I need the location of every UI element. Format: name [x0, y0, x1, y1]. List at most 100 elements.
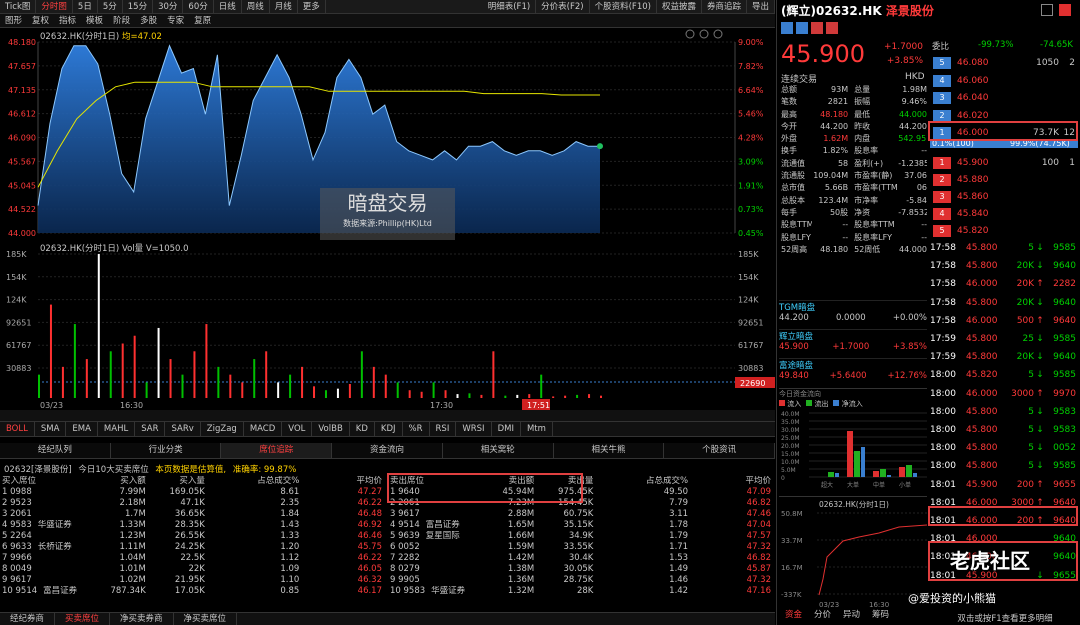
- dark-pool-row[interactable]: 辉立暗盘 45.900 +1.7000 +3.85%: [779, 329, 927, 358]
- bid-level[interactable]: 4 45.840: [930, 205, 1080, 224]
- chart-tool-5[interactable]: 多股: [135, 14, 162, 27]
- seat-tab-2[interactable]: 净买卖券商: [110, 613, 174, 625]
- detail-tab-3[interactable]: 资金流向: [332, 443, 443, 458]
- chart-tool-7[interactable]: 复原: [189, 14, 216, 27]
- chart-tool-4[interactable]: 阶段: [108, 14, 135, 27]
- tick-row[interactable]: 18:00 45.800 5 ↓ 9583: [930, 421, 1080, 439]
- indicator-4[interactable]: SAR: [135, 422, 166, 436]
- tick-row[interactable]: 17:58 45.800 20K ↓ 9640: [930, 257, 1080, 275]
- seat-tab-0[interactable]: 经纪券商: [0, 613, 56, 625]
- indicator-11[interactable]: KDJ: [375, 422, 403, 436]
- trade-icon[interactable]: [826, 22, 838, 34]
- table-row[interactable]: 8 0279 1.38M 30.05K 1.49 45.87: [390, 564, 775, 575]
- right-tab-2[interactable]: 异动: [837, 608, 866, 620]
- chart-tool-0[interactable]: 图形: [0, 14, 27, 27]
- window-icon[interactable]: [1041, 4, 1053, 16]
- table-row[interactable]: 1 0988 7.99M 169.05K 8.61 47.27: [2, 487, 386, 498]
- dark-pool-row[interactable]: 富途暗盘 49.840 +5.6400 +12.76%: [779, 358, 927, 387]
- period-tab-0[interactable]: Tick图: [0, 0, 37, 13]
- chart-tool-1[interactable]: 复权: [27, 14, 54, 27]
- indicator-14[interactable]: WRSI: [456, 422, 492, 436]
- tick-row[interactable]: 17:59 45.800 25 ↓ 9585: [930, 330, 1080, 348]
- scroll-bar[interactable]: [0, 410, 775, 421]
- ask-level[interactable]: 3 46.040: [930, 89, 1080, 108]
- tick-row[interactable]: 18:00 45.800 5 ↓ 9585: [930, 457, 1080, 475]
- tick-row[interactable]: 17:58 46.000 20K ↑ 2282: [930, 275, 1080, 293]
- tick-row[interactable]: 17:58 46.000 500 ↑ 9640: [930, 312, 1080, 330]
- detail-tab-5[interactable]: 相关牛熊: [554, 443, 665, 458]
- period-tab-8[interactable]: 周线: [242, 0, 270, 13]
- favorite-icon[interactable]: [811, 22, 823, 34]
- indicator-16[interactable]: Mtm: [521, 422, 553, 436]
- bid-level[interactable]: 3 45.860: [930, 188, 1080, 207]
- indicator-8[interactable]: VOL: [282, 422, 313, 436]
- chart-tool-2[interactable]: 指标: [54, 14, 81, 27]
- right-tab-1[interactable]: 分价: [808, 608, 837, 620]
- indicator-10[interactable]: KD: [350, 422, 375, 436]
- share-icon[interactable]: [796, 22, 808, 34]
- tick-row[interactable]: 18:00 46.000 3000 ↑ 9970: [930, 385, 1080, 403]
- toolbar-right-0[interactable]: 明细表(F1): [483, 0, 537, 13]
- ask-level[interactable]: 5 46.080 1050 2: [930, 54, 1080, 73]
- indicator-3[interactable]: MAHL: [98, 422, 136, 436]
- header-cell[interactable]: 平均价: [303, 476, 386, 487]
- table-row[interactable]: 6 9633 长桥证券 1.11M 24.25K 1.20 45.75: [2, 542, 386, 553]
- tick-row[interactable]: 18:01 45.900 200 ↑ 9655: [930, 476, 1080, 494]
- toolbar-right-1[interactable]: 分价表(F2): [536, 0, 590, 13]
- bid-level[interactable]: 1 45.900 100 1: [930, 154, 1080, 173]
- header-cell[interactable]: 买入额: [91, 476, 150, 487]
- table-row[interactable]: 2 9523 2.18M 47.1K 2.35 46.22: [2, 498, 386, 509]
- indicator-5[interactable]: SARv: [165, 422, 201, 436]
- right-tab-0[interactable]: 资金: [779, 608, 808, 620]
- indicator-13[interactable]: RSI: [430, 422, 457, 436]
- toolbar-right-2[interactable]: 个股资料(F10): [590, 0, 657, 13]
- detail-tab-1[interactable]: 行业分类: [111, 443, 222, 458]
- table-row[interactable]: 3 9617 2.88M 60.75K 3.11 47.46: [390, 509, 775, 520]
- tick-row[interactable]: 18:00 45.820 5 ↓ 9585: [930, 366, 1080, 384]
- period-tab-1[interactable]: 分时图: [36, 0, 73, 13]
- table-row[interactable]: 4 9514 富昌证券 1.65M 35.15K 1.78 47.04: [390, 520, 775, 531]
- table-row[interactable]: 4 9583 华盛证券 1.33M 28.35K 1.43 46.92: [2, 520, 386, 531]
- table-row[interactable]: 9 9617 1.02M 21.95K 1.10 46.32: [2, 575, 386, 586]
- table-row[interactable]: 3 2061 1.7M 36.65K 1.84 46.48: [2, 509, 386, 520]
- table-row[interactable]: 8 0049 1.01M 22K 1.09 46.05: [2, 564, 386, 575]
- toolbar-right-3[interactable]: 权益披露: [657, 0, 702, 13]
- indicator-2[interactable]: EMA: [66, 422, 98, 436]
- alert-icon[interactable]: [781, 22, 793, 34]
- table-row[interactable]: 10 9514 富昌证券 787.34K 17.05K 0.85 46.17: [2, 586, 386, 597]
- seat-tab-3[interactable]: 净买卖席位: [174, 613, 238, 625]
- tick-row[interactable]: 18:00 45.800 5 ↓ 9583: [930, 403, 1080, 421]
- table-row[interactable]: 6 0052 1.59M 33.55K 1.71 47.32: [390, 542, 775, 553]
- dark-pool-row[interactable]: TGM暗盘 44.200 0.0000 +0.00%: [779, 300, 927, 329]
- header-cell[interactable]: 平均价: [692, 476, 775, 487]
- period-tab-3[interactable]: 5分: [98, 0, 123, 13]
- table-row[interactable]: 7 9966 1.04M 22.5K 1.12 46.22: [2, 553, 386, 564]
- header-cell[interactable]: 占总成交%: [597, 476, 692, 487]
- volume-chart[interactable]: 02632.HK(分时1日) Vol量 V=1050.0 185K 185K 154…: [0, 240, 775, 410]
- indicator-9[interactable]: VolBB: [312, 422, 350, 436]
- period-tab-10[interactable]: 更多: [298, 0, 326, 13]
- bid-level[interactable]: 2 45.880: [930, 171, 1080, 190]
- toolbar-right-4[interactable]: 券商追踪: [702, 0, 747, 13]
- period-tab-4[interactable]: 15分: [123, 0, 154, 13]
- detail-tab-2[interactable]: 席位追踪: [221, 443, 333, 458]
- indicator-15[interactable]: DMI: [492, 422, 521, 436]
- tick-row[interactable]: 17:58 45.800 20K ↓ 9640: [930, 294, 1080, 312]
- header-cell[interactable]: 占总成交%: [209, 476, 303, 487]
- period-tab-9[interactable]: 月线: [270, 0, 298, 13]
- detail-tab-0[interactable]: 经纪队列: [0, 443, 111, 458]
- indicator-6[interactable]: ZigZag: [201, 422, 244, 436]
- indicator-1[interactable]: SMA: [35, 422, 67, 436]
- table-row[interactable]: 9 9905 1.36M 28.75K 1.46 47.32: [390, 575, 775, 586]
- header-cell[interactable]: 买入席位: [2, 476, 91, 487]
- indicator-0[interactable]: BOLL: [0, 422, 35, 436]
- indicator-12[interactable]: %R: [403, 422, 430, 436]
- table-row[interactable]: 5 2264 1.23M 26.55K 1.33 46.46: [2, 531, 386, 542]
- seat-tab-1[interactable]: 买卖席位: [55, 613, 111, 625]
- chart-tool-6[interactable]: 专家: [162, 14, 189, 27]
- ask-level[interactable]: 4 46.060: [930, 72, 1080, 91]
- period-tab-5[interactable]: 30分: [153, 0, 184, 13]
- detail-tab-6[interactable]: 个股资讯: [664, 443, 776, 458]
- right-tab-3[interactable]: 筹码: [866, 608, 895, 620]
- bid-level[interactable]: 5 45.820: [930, 222, 1080, 241]
